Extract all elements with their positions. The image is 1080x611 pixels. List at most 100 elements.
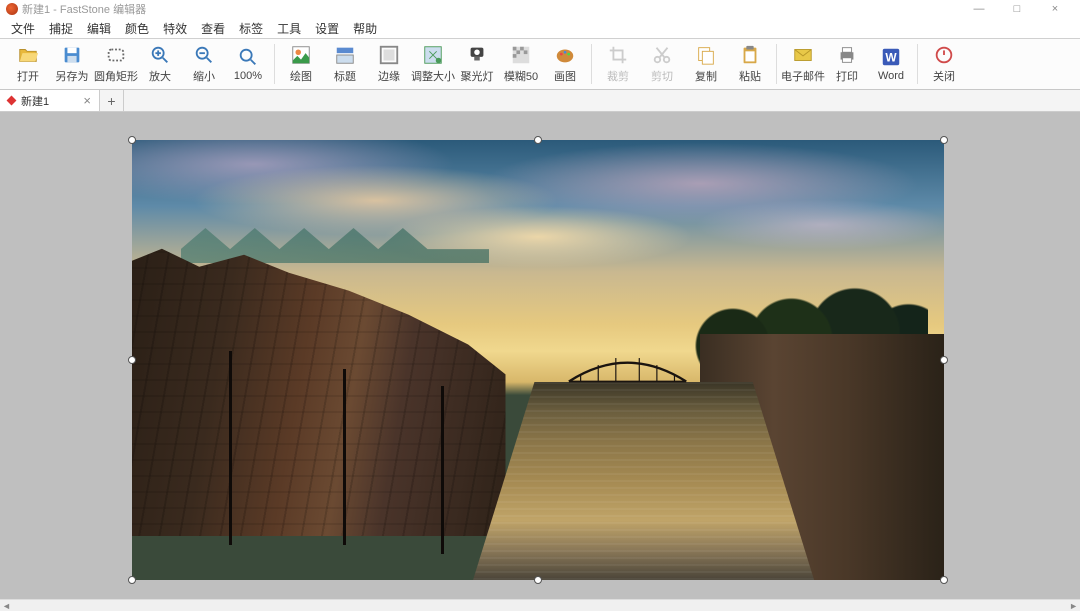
word-icon: W [880, 46, 902, 68]
spotlight-icon [466, 44, 488, 66]
tab-close-icon[interactable]: × [83, 93, 91, 108]
tool-save[interactable]: 另存为 [50, 40, 94, 88]
blur-icon [510, 44, 532, 66]
menu-3[interactable]: 颜色 [118, 18, 156, 39]
tool-spotlight[interactable]: 聚光灯 [455, 40, 499, 88]
tool-paint[interactable]: 画图 [543, 40, 587, 88]
tool-label: 剪切 [651, 68, 673, 84]
menu-9[interactable]: 帮助 [346, 18, 384, 39]
tab-label: 新建1 [21, 93, 49, 109]
app-icon [6, 3, 18, 15]
open-icon [17, 44, 39, 66]
resize-handle-bl[interactable] [128, 576, 136, 584]
tool-open[interactable]: 打开 [6, 40, 50, 88]
tool-blur[interactable]: 模糊50 [499, 40, 543, 88]
maximize-button[interactable]: □ [998, 0, 1036, 18]
email-icon [792, 44, 814, 66]
zoom-out-icon [193, 44, 215, 66]
toolbar: 打开 另存为圆角矩形放大缩小 100% 绘图 标题 边缘调整大小聚光灯模糊50 画图 裁剪剪切… [0, 38, 1080, 90]
paint-icon [554, 44, 576, 66]
tool-label: 粘贴 [739, 68, 761, 84]
toolbar-separator [274, 44, 275, 84]
cut-icon [651, 44, 673, 66]
dirty-indicator-icon [7, 96, 17, 106]
window-controls: — □ × [960, 0, 1074, 18]
menu-0[interactable]: 文件 [4, 18, 42, 39]
menu-8[interactable]: 设置 [308, 18, 346, 39]
resize-handle-bc[interactable] [534, 576, 542, 584]
menu-1[interactable]: 捕捉 [42, 18, 80, 39]
tool-label: 另存为 [56, 68, 89, 84]
resize-handle-tc[interactable] [534, 136, 542, 144]
svg-text:W: W [885, 51, 897, 65]
tool-resize[interactable]: 调整大小 [411, 40, 455, 88]
tab-bar: 新建1 × + [0, 90, 1080, 112]
tool-close-app[interactable]: 关闭 [922, 40, 966, 88]
image-selection-frame[interactable] [132, 140, 944, 580]
tool-paste[interactable]: 粘贴 [728, 40, 772, 88]
rounded-rect-icon [105, 44, 127, 66]
tool-zoom-in[interactable]: 放大 [138, 40, 182, 88]
zoom-100-icon [237, 46, 259, 68]
tool-label: 复制 [695, 68, 717, 84]
tool-label: 画图 [554, 68, 576, 84]
tab-new1[interactable]: 新建1 × [0, 90, 100, 111]
tool-email[interactable]: 电子邮件 [781, 40, 825, 88]
tool-label: 关闭 [933, 68, 955, 84]
document-image[interactable] [132, 140, 944, 580]
tool-label: 聚光灯 [461, 68, 494, 84]
photo-bridge [522, 351, 733, 386]
resize-handle-br[interactable] [940, 576, 948, 584]
resize-handle-tl[interactable] [128, 136, 136, 144]
horizontal-scrollbar[interactable]: ◄ ► [0, 599, 1080, 611]
tool-word[interactable]: W Word [869, 40, 913, 88]
close-button[interactable]: × [1036, 0, 1074, 18]
tool-copy[interactable]: 复制 [684, 40, 728, 88]
tab-add-button[interactable]: + [100, 90, 124, 111]
tool-zoom-out[interactable]: 缩小 [182, 40, 226, 88]
draw-icon [290, 44, 312, 66]
toolbar-separator [591, 44, 592, 84]
menu-bar: 文件捕捉编辑颜色特效查看标签工具设置帮助 [0, 18, 1080, 38]
menu-7[interactable]: 工具 [270, 18, 308, 39]
tool-label: Word [878, 70, 904, 82]
scroll-left-icon[interactable]: ◄ [2, 601, 11, 611]
photo-pole [343, 369, 346, 545]
tool-crop: 裁剪 [596, 40, 640, 88]
tool-label: 边缘 [378, 68, 400, 84]
toolbar-separator [917, 44, 918, 84]
crop-icon [607, 44, 629, 66]
tool-label: 打开 [17, 68, 39, 84]
tool-zoom-100[interactable]: 100% [226, 40, 270, 88]
resize-handle-mr[interactable] [940, 356, 948, 364]
canvas-area[interactable] [0, 112, 1080, 599]
paste-icon [739, 44, 761, 66]
tool-label: 绘图 [290, 68, 312, 84]
scroll-right-icon[interactable]: ► [1069, 601, 1078, 611]
menu-4[interactable]: 特效 [156, 18, 194, 39]
resize-handle-ml[interactable] [128, 356, 136, 364]
minimize-button[interactable]: — [960, 0, 998, 18]
tool-caption[interactable]: 标题 [323, 40, 367, 88]
tool-print[interactable]: 打印 [825, 40, 869, 88]
tool-label: 100% [234, 70, 262, 82]
menu-6[interactable]: 标签 [232, 18, 270, 39]
tool-draw[interactable]: 绘图 [279, 40, 323, 88]
resize-icon [422, 44, 444, 66]
resize-handle-tr[interactable] [940, 136, 948, 144]
menu-5[interactable]: 查看 [194, 18, 232, 39]
tool-label: 模糊50 [504, 68, 538, 84]
title-bar: 新建1 - FastStone 编辑器 — □ × [0, 0, 1080, 18]
tool-label: 标题 [334, 68, 356, 84]
photo-pole [441, 386, 444, 553]
edge-icon [378, 44, 400, 66]
tool-rounded-rect[interactable]: 圆角矩形 [94, 40, 138, 88]
print-icon [836, 44, 858, 66]
tool-label: 圆角矩形 [94, 68, 138, 84]
toolbar-separator [776, 44, 777, 84]
copy-icon [695, 44, 717, 66]
menu-2[interactable]: 编辑 [80, 18, 118, 39]
tool-edge[interactable]: 边缘 [367, 40, 411, 88]
tool-label: 电子邮件 [781, 68, 825, 84]
tool-label: 调整大小 [411, 68, 455, 84]
